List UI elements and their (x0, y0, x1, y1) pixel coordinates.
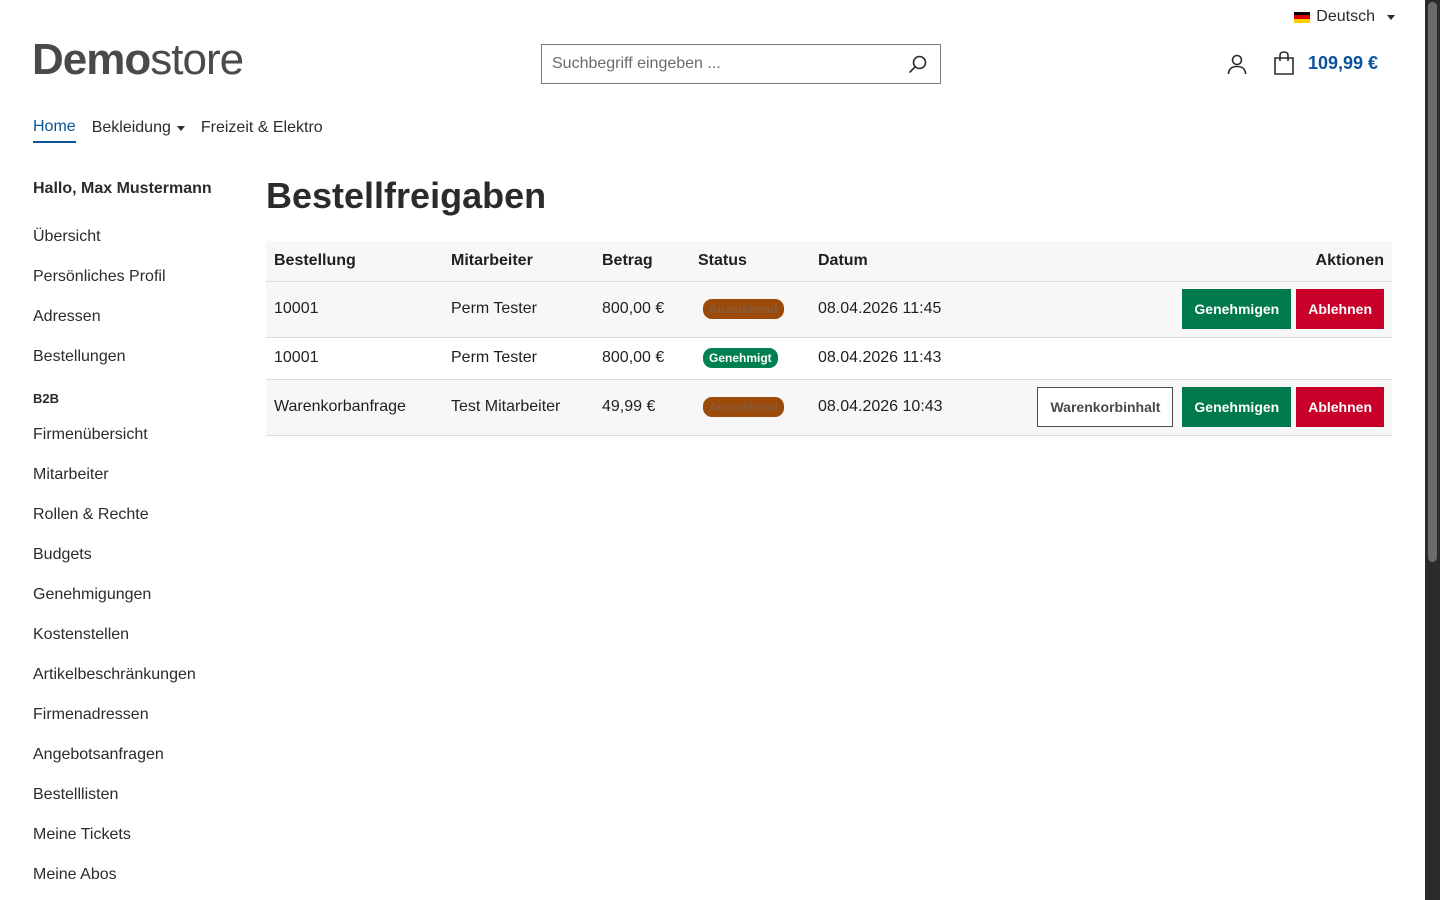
nav-label: Home (33, 118, 76, 135)
cell-date: 08.04.2026 11:45 (810, 281, 980, 338)
cell-employee: Perm Tester (443, 281, 594, 338)
nav-item-freizeit-elektro[interactable]: Freizeit & Elektro (201, 118, 323, 143)
status-badge: Ausstehend (703, 397, 784, 417)
cell-employee: Perm Tester (443, 337, 594, 380)
cell-date: 08.04.2026 11:43 (810, 337, 980, 380)
cell-amount: 49,99 € (594, 379, 690, 436)
page-scrollbar[interactable] (1425, 0, 1440, 900)
reject-button[interactable]: Ablehnen (1296, 289, 1384, 329)
logo-light: store (150, 35, 244, 84)
table-row: Warenkorbanfrage Test Mitarbeiter 49,99 … (266, 379, 1392, 436)
status-badge: Genehmigt (703, 348, 778, 368)
sidebar-section-b2b: B2B (33, 391, 60, 406)
account-button[interactable] (1225, 52, 1249, 76)
column-header-betrag: Betrag (594, 241, 690, 282)
nav-label: Freizeit & Elektro (200, 119, 323, 136)
language-switcher[interactable]: Deutsch (1294, 8, 1395, 26)
cell-order: 10001 (266, 281, 443, 338)
cart-content-button[interactable]: Warenkorbinhalt (1037, 387, 1174, 427)
sidebar-item-bestelllisten[interactable]: Bestelllisten (33, 786, 233, 826)
sidebar-item-firmenuebersicht[interactable]: Firmenübersicht (33, 426, 233, 466)
sidebar-item-adressen[interactable]: Adressen (33, 308, 233, 348)
scrollbar-thumb[interactable] (1428, 2, 1437, 562)
language-label: Deutsch (1316, 8, 1375, 25)
column-header-status: Status (690, 241, 810, 282)
table-header-row: Bestellung Mitarbeiter Betrag Status Dat… (266, 241, 1392, 282)
cell-amount: 800,00 € (594, 337, 690, 380)
sidebar-item-tickets[interactable]: Meine Tickets (33, 826, 233, 866)
cell-order: 10001 (266, 337, 443, 380)
cart-total: 109,99 € (1308, 52, 1379, 73)
sidebar-item-kostenstellen[interactable]: Kostenstellen (33, 626, 233, 666)
cell-date: 08.04.2026 10:43 (810, 379, 980, 436)
greeting: Hallo, Max Mustermann (33, 180, 212, 197)
cell-actions (980, 337, 1392, 380)
sidebar-item-uebersicht[interactable]: Übersicht (33, 228, 233, 268)
cell-amount: 800,00 € (594, 281, 690, 338)
table-row: 10001 Perm Tester 800,00 € Ausstehend 08… (266, 281, 1392, 338)
cell-status: Ausstehend (690, 281, 810, 338)
cell-status: Genehmigt (690, 337, 810, 380)
german-flag-icon (1294, 11, 1311, 23)
chevron-down-icon (1387, 14, 1395, 20)
sidebar-item-mitarbeiter[interactable]: Mitarbeiter (33, 466, 233, 506)
column-header-bestellung: Bestellung (266, 241, 443, 282)
sidebar-item-profil[interactable]: Persönliches Profil (33, 268, 233, 308)
cart-button[interactable]: 109,99 € (1272, 50, 1378, 76)
cell-employee: Test Mitarbeiter (443, 379, 594, 436)
account-sidebar: Hallo, Max Mustermann Übersicht Persönli… (33, 180, 233, 900)
logo-bold: Demo (32, 35, 151, 84)
nav-item-bekleidung[interactable]: Bekleidung (92, 118, 185, 143)
table-row: 10001 Perm Tester 800,00 € Genehmigt 08.… (266, 337, 1392, 380)
approvals-table: Bestellung Mitarbeiter Betrag Status Dat… (266, 241, 1392, 436)
sidebar-item-bestellungen[interactable]: Bestellungen (33, 348, 233, 388)
cell-order: Warenkorbanfrage (266, 379, 443, 436)
cell-actions: Warenkorbinhalt Genehmigen Ablehnen (980, 379, 1392, 436)
status-badge: Ausstehend (703, 299, 784, 319)
search-button[interactable] (896, 45, 940, 83)
sidebar-item-genehmigungen[interactable]: Genehmigungen (33, 586, 233, 626)
nav-item-home[interactable]: Home (33, 118, 76, 143)
sidebar-item-rollen-rechte[interactable]: Rollen & Rechte (33, 506, 233, 546)
column-header-datum: Datum (810, 241, 980, 282)
cell-status: Ausstehend (690, 379, 810, 436)
user-icon (1227, 54, 1247, 75)
search-icon (909, 55, 927, 73)
cell-actions: Genehmigen Ablehnen (980, 281, 1392, 338)
reject-button[interactable]: Ablehnen (1296, 387, 1384, 427)
page: Deutsch Demostore 109,99 € Home Bekleidu… (0, 0, 1425, 900)
shopping-bag-icon (1274, 51, 1294, 75)
column-header-aktionen: Aktionen (980, 241, 1392, 282)
sidebar-item-budgets[interactable]: Budgets (33, 546, 233, 586)
approve-button[interactable]: Genehmigen (1182, 387, 1292, 427)
page-title: Bestellfreigaben (266, 175, 547, 216)
nav-label: Bekleidung (91, 119, 171, 136)
chevron-down-icon (176, 125, 185, 131)
column-header-mitarbeiter: Mitarbeiter (443, 241, 594, 282)
sidebar-item-firmenadressen[interactable]: Firmenadressen (33, 706, 233, 746)
search-bar (541, 44, 941, 84)
sidebar-item-angebotsanfragen[interactable]: Angebotsanfragen (33, 746, 233, 786)
logo[interactable]: Demostore (32, 35, 244, 84)
sidebar-item-abos[interactable]: Meine Abos (33, 866, 233, 900)
main-navigation: Home Bekleidung Freizeit & Elektro (33, 118, 323, 143)
approve-button[interactable]: Genehmigen (1182, 289, 1292, 329)
main-content: Bestellfreigaben Bestellung Mitarbeiter … (266, 175, 1392, 436)
search-input[interactable] (542, 45, 896, 83)
sidebar-item-artikelbeschraenkungen[interactable]: Artikelbeschränkungen (33, 666, 233, 706)
